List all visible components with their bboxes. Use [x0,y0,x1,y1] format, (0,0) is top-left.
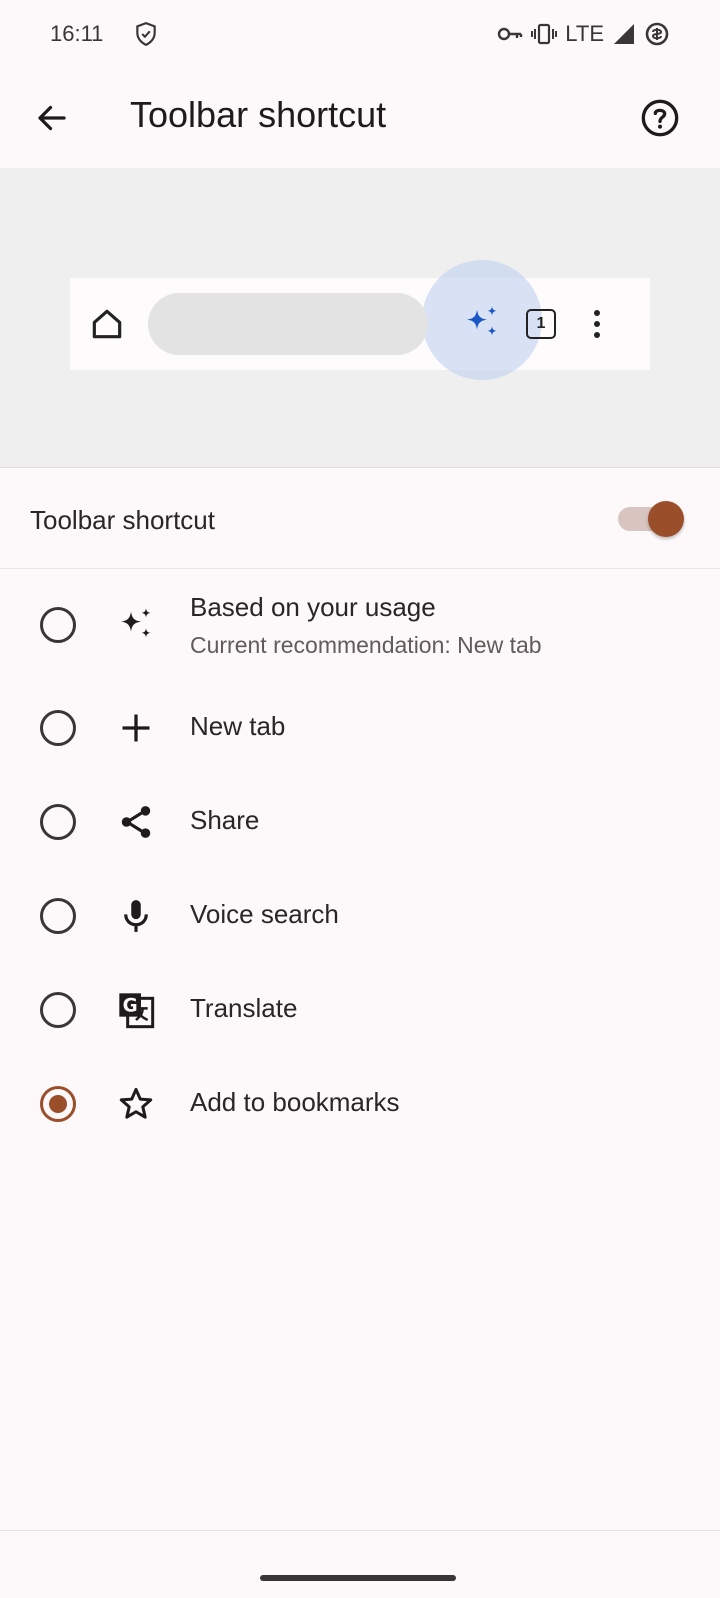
option-label: Add to bookmarks [190,1087,400,1117]
network-type: LTE [565,21,604,46]
microphone-icon [116,896,156,936]
vibrate-icon [531,22,558,46]
radio-button[interactable] [40,607,76,643]
radio-button[interactable] [40,710,76,746]
data-saver-icon [644,21,670,47]
option-new-tab[interactable]: New tab [0,683,720,773]
option-based-on-usage[interactable]: Based on your usage Current recommendati… [0,575,720,685]
option-label: Translate [190,993,298,1023]
option-sublabel: Current recommendation: New tab [190,632,542,658]
radio-button[interactable] [40,992,76,1028]
toolbar-preview: 1 [0,168,720,468]
signal-icon [612,22,636,46]
nav-divider [0,1530,720,1531]
home-icon [92,309,122,339]
back-button[interactable] [28,94,76,142]
vpn-key-icon [497,23,523,45]
toggle-label: Toolbar shortcut [30,505,215,535]
page-title: Toolbar shortcut [130,94,387,135]
option-label: Voice search [190,899,339,929]
gesture-home-handle[interactable] [260,1575,456,1581]
option-translate[interactable]: G Translate [0,965,720,1055]
star-outline-icon [116,1084,156,1124]
more-vert-icon [594,310,600,338]
option-voice-search[interactable]: Voice search [0,871,720,961]
sparkle-icon [467,306,497,336]
address-bar-placeholder [148,293,428,355]
radio-button-selected[interactable] [40,1086,76,1122]
svg-text:G: G [123,996,138,1017]
option-label: New tab [190,711,286,741]
shield-check-icon [133,21,159,47]
option-add-to-bookmarks[interactable]: Add to bookmarks [0,1059,720,1149]
help-circle-icon [641,99,679,137]
app-bar: Toolbar shortcut [0,68,720,168]
switch-thumb [648,501,684,537]
radio-button[interactable] [40,804,76,840]
option-label: Based on your usage [190,592,436,622]
plus-icon [116,708,156,748]
toolbar-shortcut-toggle-row[interactable]: Toolbar shortcut [0,469,720,569]
share-icon [116,802,156,842]
option-share[interactable]: Share [0,777,720,867]
arrow-left-icon [38,105,66,131]
toolbar-mock: 1 [70,260,650,380]
tab-switcher-icon: 1 [526,309,556,339]
tab-count: 1 [536,315,546,332]
status-time: 16:11 [50,21,104,46]
help-button[interactable] [636,94,684,142]
option-label: Share [190,805,260,835]
sparkle-icon [116,605,156,645]
toolbar-shortcut-switch[interactable] [618,501,684,537]
translate-icon: G [116,990,156,1030]
status-bar: 16:11 LTE [0,0,720,68]
radio-button[interactable] [40,898,76,934]
